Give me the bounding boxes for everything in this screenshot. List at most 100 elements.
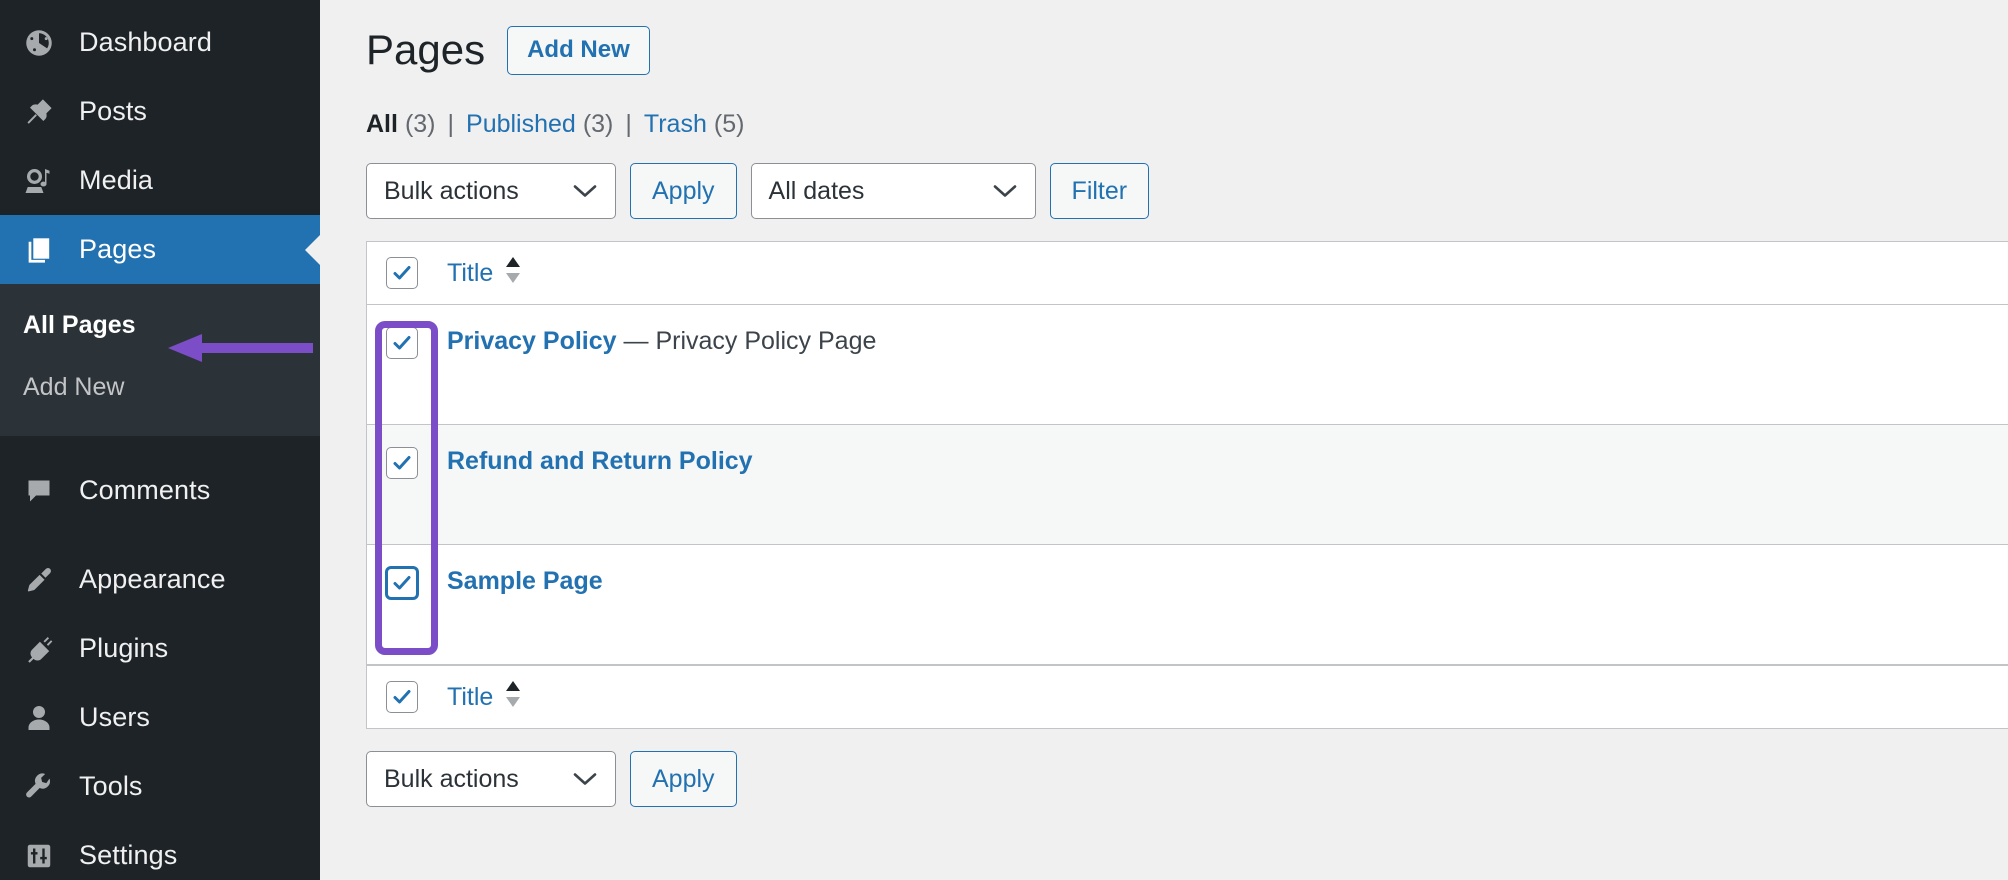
row-checkbox-cell <box>367 567 425 599</box>
filter-count-trash: (5) <box>713 110 745 138</box>
sidebar-item-pages[interactable]: Pages <box>0 215 320 284</box>
filter-link-published[interactable]: Published <box>466 110 576 139</box>
dashboard-icon <box>16 28 62 58</box>
page-title-link[interactable]: Privacy Policy <box>447 327 617 355</box>
user-icon <box>16 703 62 733</box>
table-row[interactable]: Sample Page <box>367 545 2008 665</box>
sidebar-item-settings[interactable]: Settings <box>0 821 320 880</box>
bulk-actions-value: Bulk actions <box>384 176 519 205</box>
sidebar-subitem-label: All Pages <box>23 311 136 339</box>
column-title-label: Title <box>447 258 494 287</box>
date-filter-value: All dates <box>768 176 865 205</box>
row-select-checkbox[interactable] <box>386 327 418 359</box>
table-row[interactable]: Refund and Return Policy <box>367 425 2008 545</box>
column-header-title-bottom: Title <box>425 679 2008 716</box>
sort-title-link-top[interactable]: Title <box>447 255 522 292</box>
column-header-title-top: Title <box>425 255 2008 292</box>
sidebar-item-label: Appearance <box>79 564 226 594</box>
apply-label: Apply <box>652 764 715 793</box>
select-all-cell-bottom <box>367 681 425 713</box>
pages-icon <box>16 235 62 265</box>
tablenav-bottom: Bulk actions Apply <box>366 751 2008 807</box>
bulk-actions-select-top[interactable]: Bulk actions <box>366 163 616 219</box>
bulk-actions-value: Bulk actions <box>384 764 519 793</box>
sidebar-item-media[interactable]: Media <box>0 146 320 215</box>
row-select-checkbox[interactable] <box>386 447 418 479</box>
pin-icon <box>16 97 62 127</box>
sidebar-item-label: Media <box>79 165 154 195</box>
filter-link-all[interactable]: All <box>366 110 398 139</box>
sidebar-item-posts[interactable]: Posts <box>0 77 320 146</box>
page-title-link[interactable]: Sample Page <box>447 567 603 595</box>
row-select-checkbox[interactable] <box>386 567 418 599</box>
sidebar-divider <box>0 436 320 456</box>
filter-separator: | <box>447 110 455 138</box>
sidebar-item-tools[interactable]: Tools <box>0 752 320 821</box>
sidebar-item-label: Comments <box>79 475 211 505</box>
select-all-checkbox-top[interactable] <box>386 257 418 289</box>
row-title-cell: Sample Page <box>425 567 2008 596</box>
sidebar-item-dashboard[interactable]: Dashboard <box>0 8 320 77</box>
media-icon <box>16 166 62 196</box>
page-header: Pages Add New <box>366 22 2008 78</box>
page-title-suffix: — Privacy Policy Page <box>616 327 877 355</box>
filter-count-published: (3) <box>582 110 614 138</box>
chevron-down-icon <box>572 765 598 794</box>
sidebar-item-all-pages[interactable]: All Pages <box>0 294 320 356</box>
sidebar-item-label: Users <box>79 702 151 732</box>
sidebar-item-label: Posts <box>79 96 148 126</box>
sidebar-subitem-label: Add New <box>23 373 125 401</box>
table-header-row: Title <box>367 242 2008 305</box>
apply-button-bottom[interactable]: Apply <box>630 751 737 807</box>
filter-button[interactable]: Filter <box>1049 163 1150 219</box>
table-footer-row: Title <box>367 665 2008 728</box>
pages-list-table: Title Privacy Policy — Privacy Policy Pa… <box>366 241 2008 729</box>
sidebar-item-plugins[interactable]: Plugins <box>0 614 320 683</box>
sidebar-divider <box>0 525 320 545</box>
pages-submenu: All Pages Add New <box>0 284 320 436</box>
sidebar-item-comments[interactable]: Comments <box>0 456 320 525</box>
sort-arrows-icon <box>504 255 522 292</box>
apply-label: Apply <box>652 176 715 205</box>
plug-icon <box>16 634 62 664</box>
filter-link-trash[interactable]: Trash <box>644 110 707 139</box>
sidebar-item-label: Settings <box>79 840 178 870</box>
row-checkbox-cell <box>367 447 425 479</box>
sidebar-item-label: Tools <box>79 771 143 801</box>
chevron-down-icon <box>992 177 1018 206</box>
chevron-down-icon <box>572 177 598 206</box>
sliders-icon <box>16 841 62 871</box>
sidebar-item-label: Pages <box>79 234 157 264</box>
row-checkbox-cell <box>367 327 425 359</box>
sort-title-link-bottom[interactable]: Title <box>447 679 522 716</box>
select-all-checkbox-bottom[interactable] <box>386 681 418 713</box>
filter-count-all: (3) <box>404 110 436 138</box>
row-title-cell: Privacy Policy — Privacy Policy Page <box>425 327 2008 356</box>
sidebar-item-appearance[interactable]: Appearance <box>0 545 320 614</box>
table-row[interactable]: Privacy Policy — Privacy Policy Page <box>367 305 2008 425</box>
sidebar-item-add-new[interactable]: Add New <box>0 356 320 418</box>
column-title-label: Title <box>447 682 494 711</box>
wrench-icon <box>16 772 62 802</box>
sort-arrows-icon <box>504 679 522 716</box>
bulk-actions-select-bottom[interactable]: Bulk actions <box>366 751 616 807</box>
row-title-cell: Refund and Return Policy <box>425 447 2008 476</box>
page-title: Pages <box>366 26 486 73</box>
paintbrush-icon <box>16 565 62 595</box>
sidebar-item-users[interactable]: Users <box>0 683 320 752</box>
sidebar-item-label: Plugins <box>79 633 169 663</box>
main-content: Pages Add New All (3) | Published (3) | … <box>320 0 2008 880</box>
status-filter-links: All (3) | Published (3) | Trash (5) <box>366 110 2008 139</box>
wordpress-admin-screen: Dashboard Posts Media Pages All Pages Ad… <box>0 0 2008 880</box>
sidebar-item-label: Dashboard <box>79 27 212 57</box>
filter-label: Filter <box>1071 176 1128 205</box>
date-filter-select[interactable]: All dates <box>750 163 1036 219</box>
apply-button-top[interactable]: Apply <box>630 163 737 219</box>
admin-sidebar: Dashboard Posts Media Pages All Pages Ad… <box>0 0 320 880</box>
add-new-button[interactable]: Add New <box>507 25 650 75</box>
select-all-cell-top <box>367 257 425 289</box>
tablenav-top: Bulk actions Apply All dates Filter <box>366 163 2008 219</box>
filter-separator: | <box>625 110 632 138</box>
page-title-link[interactable]: Refund and Return Policy <box>447 447 753 475</box>
comment-icon <box>16 476 62 506</box>
